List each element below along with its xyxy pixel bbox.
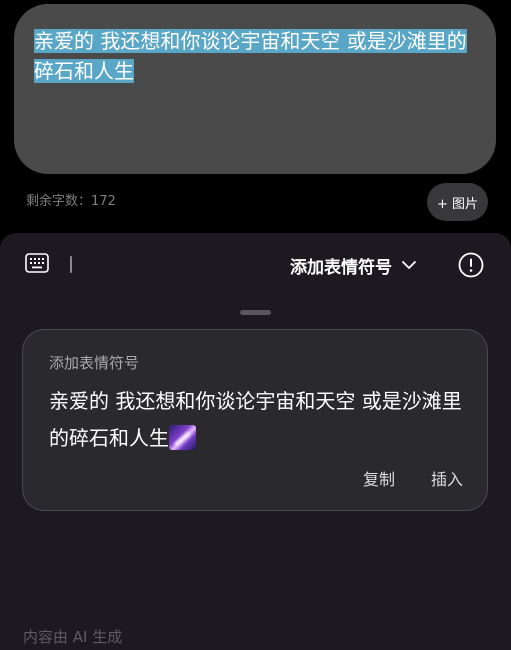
- text-editor[interactable]: 亲爱的 我还想和你谈论宇宙和天空 或是沙滩里的碎石和人生: [14, 4, 496, 174]
- chevron-down-icon: [402, 261, 416, 269]
- add-emoji-dropdown[interactable]: 添加表情符号: [290, 253, 417, 278]
- card-title: 添加表情符号: [49, 354, 140, 372]
- card-actions: 复制 插入: [363, 466, 463, 490]
- drag-handle[interactable]: [240, 310, 271, 315]
- milky-way-emoji-icon: [169, 425, 196, 450]
- info-circle-icon[interactable]: [458, 252, 484, 278]
- remaining-char-count: 剩余字数：172: [26, 194, 116, 209]
- keyboard-icon[interactable]: [25, 253, 49, 273]
- screen: 亲爱的 我还想和你谈论宇宙和天空 或是沙滩里的碎石和人生 剩余字数：172 + …: [0, 0, 511, 650]
- selected-text[interactable]: 亲爱的 我还想和你谈论宇宙和天空 或是沙滩里的碎石和人生: [34, 29, 467, 83]
- add-emoji-dropdown-label: 添加表情符号: [290, 257, 392, 278]
- result-card: 添加表情符号 亲爱的 我还想和你谈论宇宙和天空 或是沙滩里的碎石和人生 复制 插…: [22, 329, 488, 511]
- insert-button[interactable]: 插入: [431, 466, 463, 490]
- add-image-button[interactable]: + 图片: [427, 183, 488, 221]
- copy-button[interactable]: 复制: [363, 466, 395, 490]
- emoji-panel: 添加表情符号 添加表情符号 亲爱的 我还想和你谈论宇宙和天空 或是沙滩里的碎石和…: [0, 233, 511, 650]
- ai-generated-note: 内容由 AI 生成: [23, 628, 123, 646]
- toolbar-divider: [70, 256, 72, 273]
- card-body-text: 亲爱的 我还想和你谈论宇宙和天空 或是沙滩里的碎石和人生: [49, 383, 469, 457]
- editor-text[interactable]: 亲爱的 我还想和你谈论宇宙和天空 或是沙滩里的碎石和人生: [34, 26, 476, 86]
- card-body-content: 亲爱的 我还想和你谈论宇宙和天空 或是沙滩里的碎石和人生: [49, 389, 462, 450]
